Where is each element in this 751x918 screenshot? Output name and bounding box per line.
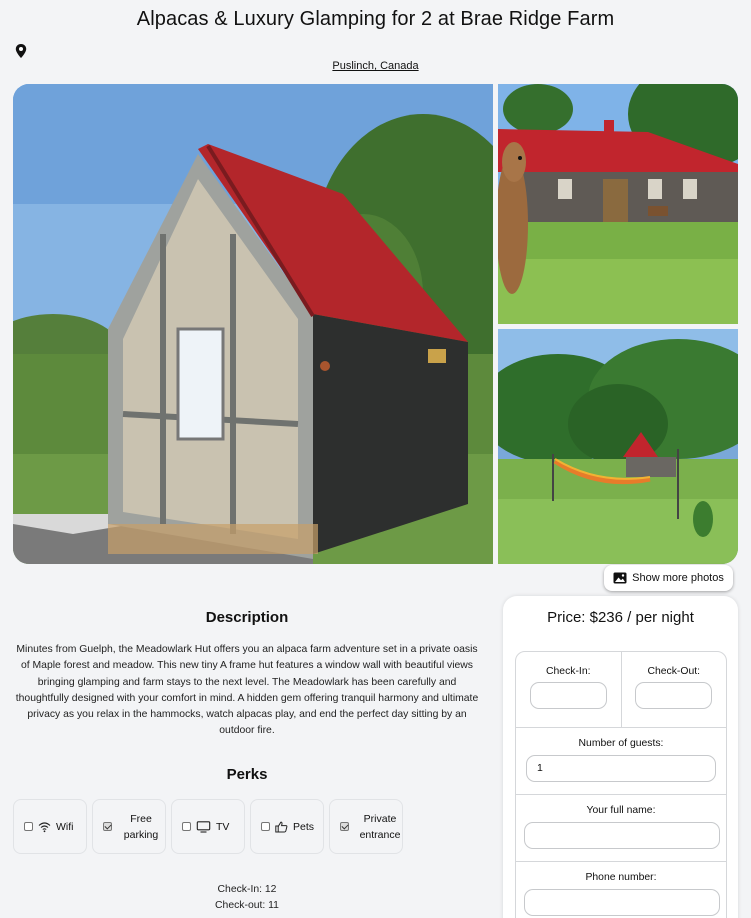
check-in-time: Check-In: 12 bbox=[217, 884, 277, 895]
perk-tv[interactable]: TV bbox=[171, 799, 245, 854]
perk-wifi-checkbox[interactable] bbox=[24, 822, 33, 831]
check-in-label: Check-In: bbox=[546, 666, 591, 677]
location-link[interactable]: Puslinch, Canada bbox=[0, 60, 751, 72]
full-name-label: Your full name: bbox=[586, 805, 656, 816]
thumbs-up-icon bbox=[275, 821, 288, 832]
check-in-field: Check-In: bbox=[516, 652, 621, 727]
check-out-input[interactable] bbox=[635, 682, 713, 709]
date-row: Check-In: Check-Out: bbox=[516, 652, 726, 728]
perk-pets-label: Pets bbox=[293, 820, 315, 833]
price-per-night: Price: $236 / per night bbox=[547, 609, 694, 626]
booking-form: Check-In: Check-Out: Number of guests: 1… bbox=[515, 651, 727, 918]
perk-wifi-label: Wifi bbox=[56, 820, 74, 833]
check-in-input[interactable] bbox=[529, 682, 607, 709]
perk-free-parking-label: Free parking bbox=[123, 812, 159, 841]
guests-label: Number of guests: bbox=[578, 738, 664, 749]
perk-pets[interactable]: Pets bbox=[250, 799, 324, 854]
phone-input[interactable] bbox=[524, 889, 720, 916]
guests-field: Number of guests: 1 bbox=[516, 728, 726, 795]
listing-title: Alpacas & Luxury Glamping for 2 at Brae … bbox=[136, 8, 615, 30]
photo-meadow[interactable] bbox=[498, 329, 738, 564]
tv-icon bbox=[196, 820, 211, 833]
wifi-icon bbox=[38, 821, 51, 832]
check-out-label: Check-Out: bbox=[647, 666, 701, 677]
phone-label: Phone number: bbox=[585, 872, 657, 883]
show-more-photos-button[interactable]: Show more photos bbox=[604, 565, 733, 591]
perk-pets-checkbox[interactable] bbox=[261, 822, 270, 831]
perk-tv-checkbox[interactable] bbox=[182, 822, 191, 831]
show-more-photos-label: Show more photos bbox=[632, 572, 724, 584]
check-out-time: Check-out: 11 bbox=[215, 900, 279, 911]
phone-field: Phone number: bbox=[516, 862, 726, 918]
photo-main[interactable] bbox=[13, 84, 493, 564]
perk-wifi[interactable]: Wifi bbox=[13, 799, 87, 854]
perk-free-parking[interactable]: Free parking bbox=[92, 799, 166, 854]
description-text: Minutes from Guelph, the Meadowlark Hut … bbox=[15, 644, 479, 737]
barn-photo-image bbox=[498, 84, 738, 324]
check-out-field: Check-Out: bbox=[620, 652, 727, 727]
guests-input[interactable]: 1 bbox=[526, 755, 716, 782]
photo-barn[interactable] bbox=[498, 84, 738, 324]
map-pin-icon bbox=[15, 44, 27, 58]
booking-card: Price: $236 / per night Check-In: Check-… bbox=[503, 596, 738, 918]
description-heading: Description bbox=[205, 609, 289, 626]
full-name-field: Your full name: bbox=[516, 795, 726, 862]
hut-photo-image bbox=[13, 84, 493, 564]
perk-free-parking-checkbox[interactable] bbox=[103, 822, 112, 831]
perks-heading: Perks bbox=[226, 766, 268, 783]
perk-private-entrance[interactable]: Private entrance bbox=[329, 799, 403, 854]
full-name-input[interactable] bbox=[524, 822, 720, 849]
meadow-photo-image bbox=[498, 329, 738, 564]
perk-private-entrance-label: Private entrance bbox=[359, 812, 401, 841]
perk-tv-label: TV bbox=[216, 820, 230, 833]
image-icon bbox=[613, 572, 627, 584]
checkin-times: Check-In: 12 Check-out: 11 bbox=[13, 882, 481, 914]
perk-private-entrance-checkbox[interactable] bbox=[340, 822, 349, 831]
